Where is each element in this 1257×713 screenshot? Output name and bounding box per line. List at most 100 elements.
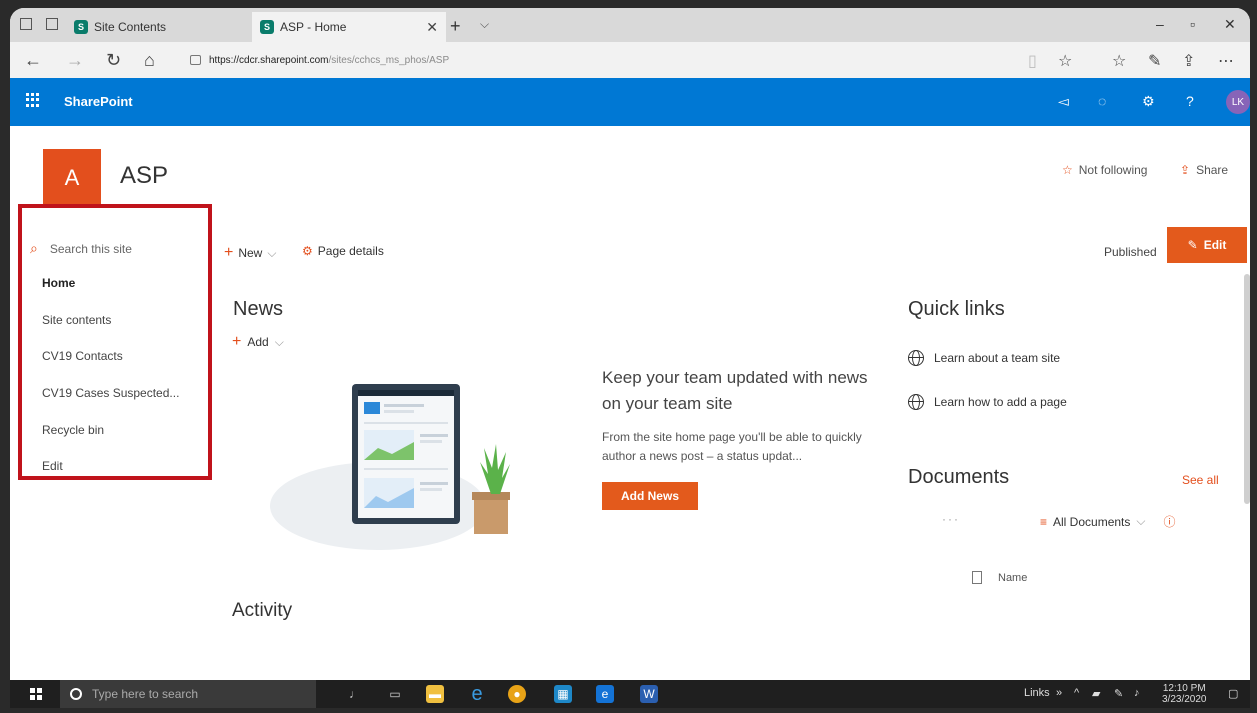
edge-icon[interactable]: e	[596, 685, 614, 703]
plus-icon: +	[224, 244, 234, 261]
file-explorer-icon[interactable]: ▬	[426, 685, 444, 703]
refresh-icon[interactable]: ↻	[106, 50, 121, 71]
tab-label: Site Contents	[94, 20, 167, 34]
nav-item-site-contents[interactable]: Site contents	[42, 313, 111, 327]
windows-start-icon[interactable]	[30, 688, 42, 700]
tab-asp-home[interactable]: S ASP - Home ✕	[252, 12, 446, 42]
pen-icon[interactable]: ✎	[1148, 51, 1161, 71]
globe-icon	[908, 350, 924, 366]
internet-explorer-icon[interactable]: e	[468, 683, 486, 705]
gear-icon[interactable]: ⚙	[1142, 93, 1155, 110]
globe-icon	[908, 394, 924, 410]
add-label: Add	[247, 335, 269, 349]
nav-item-cv19-contacts[interactable]: CV19 Contacts	[42, 349, 123, 363]
toolbar-expand-icon[interactable]: »	[1056, 687, 1062, 699]
nav-item-cv19-cases[interactable]: CV19 Cases Suspected...	[42, 386, 179, 400]
quick-link-label: Learn about a team site	[934, 351, 1061, 365]
name-column-header[interactable]: Name	[972, 571, 1027, 584]
follow-button[interactable]: ☆ Not following	[1062, 163, 1147, 177]
favorite-star-icon[interactable]: ☆	[1058, 51, 1072, 71]
close-tab-icon[interactable]: ✕	[426, 19, 438, 36]
time: 12:10 PM	[1162, 683, 1206, 694]
site-title[interactable]: ASP	[120, 162, 168, 190]
follow-label: Not following	[1078, 163, 1148, 177]
forward-icon[interactable]: →	[66, 50, 84, 71]
tab-list-chevron-icon[interactable]: ⌵	[480, 17, 489, 32]
share-browser-icon[interactable]: ⇪	[1182, 51, 1195, 71]
search-icon: ⌕	[30, 240, 38, 256]
url-path: /sites/cchcs_ms_phos/ASP	[328, 54, 450, 66]
share-icon: ⇪	[1180, 163, 1191, 177]
app-name[interactable]: SharePoint	[64, 94, 133, 109]
lock-icon	[190, 55, 201, 65]
url-field[interactable]: https://cdcr.sharepoint.com/sites/cchcs_…	[190, 48, 1010, 72]
megaphone-icon[interactable]: ◅	[1058, 93, 1069, 110]
pen-workspace-icon[interactable]: ✎	[1114, 687, 1123, 700]
close-window-icon[interactable]: ✕	[1224, 16, 1236, 33]
network-icon[interactable]: ▰	[1092, 687, 1100, 700]
nav-item-edit[interactable]: Edit	[42, 459, 63, 473]
sharepoint-favicon-icon: S	[260, 20, 274, 34]
restore-icon[interactable]: ▫	[1190, 16, 1195, 32]
news-add-button[interactable]: + Add ⌵	[232, 333, 284, 351]
bell-icon[interactable]: ◌	[1098, 93, 1106, 109]
star-icon: ☆	[1062, 163, 1073, 177]
quick-link-add-page[interactable]: Learn how to add a page	[908, 394, 1067, 410]
more-icon[interactable]: ⋯	[1218, 51, 1234, 71]
info-icon[interactable]: ⓘ	[1164, 513, 1176, 530]
page-scrollbar[interactable]	[1244, 274, 1250, 504]
sharepoint-favicon-icon: S	[74, 20, 88, 34]
tray-chevron-icon[interactable]: ^	[1074, 687, 1079, 699]
url-host: https://cdcr.sharepoint.com	[209, 54, 329, 66]
notifications-icon[interactable]: ▢	[1228, 687, 1238, 700]
links-toolbar[interactable]: Links	[1024, 687, 1050, 699]
site-logo[interactable]: A	[43, 149, 101, 207]
volume-icon[interactable]: ♪	[1134, 687, 1140, 699]
minimize-icon[interactable]: –	[1156, 16, 1164, 32]
reading-view-icon[interactable]: ▯	[1028, 51, 1037, 71]
tab-bar: S Site Contents S ASP - Home ✕ + ⌵ – ▫ ✕	[10, 8, 1250, 42]
tab-actions-icon[interactable]	[20, 18, 32, 30]
view-selector[interactable]: ≡ All Documents ⌵ ⓘ	[1040, 513, 1176, 530]
nav-item-home[interactable]: Home	[42, 276, 75, 290]
nav-item-recycle-bin[interactable]: Recycle bin	[42, 423, 104, 437]
task-view-icon[interactable]: ▭	[386, 685, 404, 703]
quick-link-team-site[interactable]: Learn about a team site	[908, 350, 1060, 366]
word-icon[interactable]: W	[640, 685, 658, 703]
new-button[interactable]: + New ⌵	[224, 244, 276, 262]
gear-icon: ⚙	[302, 244, 313, 258]
tab-site-contents[interactable]: S Site Contents	[74, 12, 250, 42]
home-icon[interactable]: ⌂	[144, 50, 155, 71]
microphone-icon[interactable]: ♩	[346, 685, 364, 703]
browser-window: S Site Contents S ASP - Home ✕ + ⌵ – ▫ ✕…	[10, 8, 1250, 708]
share-button[interactable]: ⇪ Share	[1180, 163, 1228, 177]
taskbar-search-box[interactable]: Type here to search	[60, 680, 316, 708]
chevron-down-icon: ⌵	[274, 334, 284, 349]
windows-taskbar: Type here to search ♩ ▭ ▬ e ● ▦ e W Link…	[10, 680, 1250, 708]
avatar[interactable]: LK	[1226, 90, 1250, 114]
set-aside-tabs-icon[interactable]	[46, 18, 58, 30]
new-label: New	[238, 246, 263, 260]
chrome-icon[interactable]: ●	[508, 685, 526, 703]
site-search-box[interactable]: ⌕ Search this site	[30, 240, 132, 257]
share-label: Share	[1196, 163, 1229, 177]
more-options-icon[interactable]: ···	[942, 512, 960, 526]
clock[interactable]: 12:10 PM 3/23/2020	[1162, 683, 1207, 705]
cortana-icon	[70, 688, 82, 700]
quick-links-heading: Quick links	[908, 298, 1005, 320]
filter-lines-icon: ≡	[1040, 514, 1048, 529]
edit-button[interactable]: ✎ Edit	[1167, 227, 1247, 263]
page-details-button[interactable]: ⚙ Page details	[302, 244, 384, 258]
news-empty-description: From the site home page you'll be able t…	[602, 430, 862, 463]
app-launcher-icon[interactable]	[26, 93, 40, 107]
new-tab-icon[interactable]: +	[450, 16, 461, 37]
help-icon[interactable]: ?	[1186, 93, 1194, 109]
add-news-button[interactable]: Add News	[602, 482, 698, 510]
favorites-list-icon[interactable]: ☆	[1112, 51, 1126, 71]
news-heading: News	[233, 298, 284, 320]
plus-icon: +	[232, 333, 242, 350]
back-icon[interactable]: ←	[24, 50, 42, 71]
tab-label: ASP - Home	[280, 20, 347, 34]
store-app-icon[interactable]: ▦	[554, 685, 572, 703]
see-all-link[interactable]: See all	[1182, 473, 1219, 487]
